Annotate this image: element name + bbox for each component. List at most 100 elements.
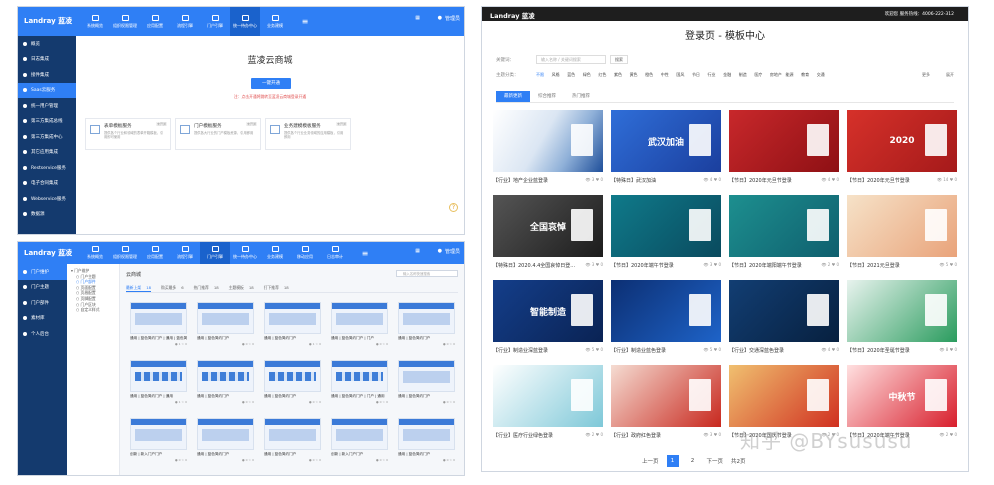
category-chip[interactable]: 教育: [801, 72, 817, 78]
sidebar-item[interactable]: 素材库: [18, 311, 67, 327]
nav-item[interactable]: 系统概览: [80, 7, 110, 36]
category-chip[interactable]: 制造: [739, 72, 755, 78]
search-button[interactable]: 搜索: [610, 55, 628, 64]
sidebar-item[interactable]: 第三方集成总线: [18, 114, 76, 130]
category-chip[interactable]: 不限: [536, 72, 552, 78]
login-template-card[interactable]: 武汉加油 【特殊日】武汉加油 👁 4 ♥ 0: [611, 110, 721, 186]
login-template-card[interactable]: 【节日】2021元旦登录 👁 5 ♥ 0: [847, 195, 957, 271]
login-template-card[interactable]: 【行业】交通深蓝色登录 👁 4 ♥ 0: [729, 280, 839, 356]
sidebar-item[interactable]: 数据源: [18, 207, 76, 223]
expand-link[interactable]: 展开: [946, 72, 954, 78]
more-link[interactable]: 更多: [922, 72, 930, 78]
sort-tab[interactable]: 热门推荐: [564, 91, 598, 102]
apps-grid-icon[interactable]: ▦: [415, 248, 420, 254]
login-template-card[interactable]: 【节日】2020年端阳端午节登录 👁 2 ♥ 0: [729, 195, 839, 271]
category-chip[interactable]: 风格: [552, 72, 568, 78]
nav-item[interactable]: 统一待办中心: [230, 7, 260, 36]
template-card[interactable]: 通用 | 蓝色简约门户 ● 0 ☆ 0: [197, 418, 254, 466]
nav-item[interactable]: 系统概览: [80, 242, 110, 264]
login-template-card[interactable]: 【行业】医疗行业绿色登录 👁 2 ♥ 0: [493, 365, 603, 441]
tree-item[interactable]: ○ 自定义样式: [71, 307, 119, 313]
nav-item[interactable]: 门户引擎: [200, 242, 230, 264]
nav-item[interactable]: 组织权限管理: [110, 242, 140, 264]
login-template-card[interactable]: 【节日】2020年元旦节登录 👁 4 ♥ 0: [729, 110, 839, 186]
user-avatar[interactable]: ●: [438, 248, 442, 254]
category-chip[interactable]: 国风: [676, 72, 692, 78]
next-page-button[interactable]: 下一页: [707, 457, 724, 465]
tab[interactable]: 热门推荐 18: [194, 284, 219, 292]
sidebar-item[interactable]: 统一用户管理: [18, 98, 76, 114]
nav-item[interactable]: 统一待办中心: [230, 242, 260, 264]
category-chip[interactable]: 金融: [723, 72, 739, 78]
template-card[interactable]: 通用 | 蓝色简约门户 | 通用 ● 1 ☆ 0: [130, 360, 187, 408]
category-chip[interactable]: 交通: [817, 72, 833, 78]
category-chip[interactable]: 绿色: [583, 72, 599, 78]
activate-button[interactable]: 一键开通: [251, 78, 291, 89]
sidebar-item[interactable]: 个人后台: [18, 326, 67, 342]
nav-item[interactable]: 流程引擎: [170, 242, 200, 264]
template-card[interactable]: 通用 | 蓝色简约门户 | 门户 ● 0 ☆ 0: [331, 302, 388, 350]
template-card[interactable]: 通用 | 蓝色简约门户 ● 0 ☆ 0: [197, 302, 254, 350]
category-chip[interactable]: 蓝色: [567, 72, 583, 78]
template-card[interactable]: 通用 | 蓝色简约门户 ● 0 ☆ 0: [264, 418, 321, 466]
sidebar-item[interactable]: 其它应用集成: [18, 145, 76, 161]
nav-item[interactable]: 日志审计: [320, 242, 350, 264]
sidebar-item[interactable]: 门户维护: [18, 264, 67, 280]
user-name[interactable]: 管理员: [445, 248, 460, 255]
template-card[interactable]: 通用 | 蓝色简约门户 ● 1 ☆ 0: [264, 302, 321, 350]
menu-icon[interactable]: ≡: [350, 242, 380, 264]
category-chip[interactable]: 紫色: [614, 72, 630, 78]
menu-icon[interactable]: ≡: [290, 7, 320, 36]
login-template-card[interactable]: 【节日】2020年圣诞节登录 👁 8 ♥ 0: [847, 280, 957, 356]
user-name[interactable]: 管理员: [445, 15, 460, 22]
nav-item[interactable]: 移动应用: [290, 242, 320, 264]
sidebar-item[interactable]: Webservice服务: [18, 191, 76, 207]
category-chip[interactable]: 医疗: [754, 72, 770, 78]
nav-item[interactable]: 组织权限管理: [110, 7, 140, 36]
login-template-card[interactable]: 全国哀悼 【特殊日】2020.4.4全国哀悼日登... 👁 3 ♥ 0: [493, 195, 603, 271]
sidebar-item[interactable]: 电子合同集成: [18, 176, 76, 192]
template-card[interactable]: 通用 | 蓝色简约门户 ● 0 ☆ 0: [398, 360, 455, 408]
login-template-card[interactable]: 【节日】2020年端午节登录 👁 3 ♥ 0: [611, 195, 721, 271]
search-input[interactable]: 输入名称快速搜索: [396, 270, 458, 277]
sidebar-item[interactable]: 门户部件: [18, 295, 67, 311]
category-chip[interactable]: 能源: [786, 72, 802, 78]
login-template-card[interactable]: 2020 【节日】2020年元旦节登录 👁 14 ♥ 0: [847, 110, 957, 186]
template-card[interactable]: 通用 | 蓝色简约门户 | 门户 | 通用 ● 0 ☆ 0: [331, 360, 388, 408]
template-card[interactable]: 通用 | 蓝色简约门户 ● 0 ☆ 0: [398, 302, 455, 350]
page-number[interactable]: 2: [687, 455, 699, 467]
service-card[interactable]: 业务建模模板服务 提供各个行业业务领域的应用模板，引用即用 未开通: [265, 118, 351, 150]
sidebar-item[interactable]: Saas云服务: [18, 82, 76, 98]
sidebar-item[interactable]: 第三方集成中心: [18, 129, 76, 145]
template-card[interactable]: 创新 | 新入门户门户 ● 0 ☆ 0: [130, 418, 187, 466]
category-chip[interactable]: 红色: [598, 72, 614, 78]
tab[interactable]: 打下推荐 18: [264, 284, 289, 292]
category-chip[interactable]: 橙色: [645, 72, 661, 78]
template-card[interactable]: 通用 | 蓝色简约门户 ● 0 ☆ 0: [264, 360, 321, 408]
nav-item[interactable]: 流程引擎: [170, 7, 200, 36]
login-template-card[interactable]: 【行业】地产企业蓝登录 👁 3 ♥ 0: [493, 110, 603, 186]
nav-item[interactable]: 业务建模: [260, 7, 290, 36]
nav-item[interactable]: 门户引擎: [200, 7, 230, 36]
page-number[interactable]: 1: [666, 455, 679, 467]
search-input[interactable]: 输入名称 / 关键词搜索: [536, 55, 606, 64]
nav-item[interactable]: 应用配置: [140, 242, 170, 264]
prev-page-button[interactable]: 上一页: [642, 457, 659, 465]
sort-tab[interactable]: 最新更新: [496, 91, 530, 102]
login-template-card[interactable]: 【行业】制造业蓝色登录 👁 5 ♥ 0: [611, 280, 721, 356]
apps-grid-icon[interactable]: ▦: [415, 15, 420, 21]
sidebar-item[interactable]: 概览: [18, 36, 76, 52]
category-chip[interactable]: 中性: [661, 72, 677, 78]
template-card[interactable]: 通用 | 蓝色简约门户 ● 0 ☆ 0: [398, 418, 455, 466]
category-chip[interactable]: 节日: [692, 72, 708, 78]
template-card[interactable]: 通用 | 蓝色简约门户 | 通用 | 蓝色简约门户 ● 1 ☆ 0: [130, 302, 187, 350]
sort-tab[interactable]: 综合推荐: [530, 91, 564, 102]
sidebar-item[interactable]: 日志集成: [18, 52, 76, 68]
category-chip[interactable]: 黄色: [630, 72, 646, 78]
service-card[interactable]: 门户模板服务 提供各大行业的门户模板资源，引用即用 未开通: [175, 118, 261, 150]
nav-item[interactable]: 应用配置: [140, 7, 170, 36]
login-template-card[interactable]: 智能制造 【行业】制造业深蓝登录 👁 5 ♥ 0: [493, 280, 603, 356]
sidebar-item[interactable]: 门户主题: [18, 280, 67, 296]
template-card[interactable]: 创新 | 新入门户门户 ● 0 ☆ 0: [331, 418, 388, 466]
category-chip[interactable]: 房地产: [770, 72, 786, 78]
